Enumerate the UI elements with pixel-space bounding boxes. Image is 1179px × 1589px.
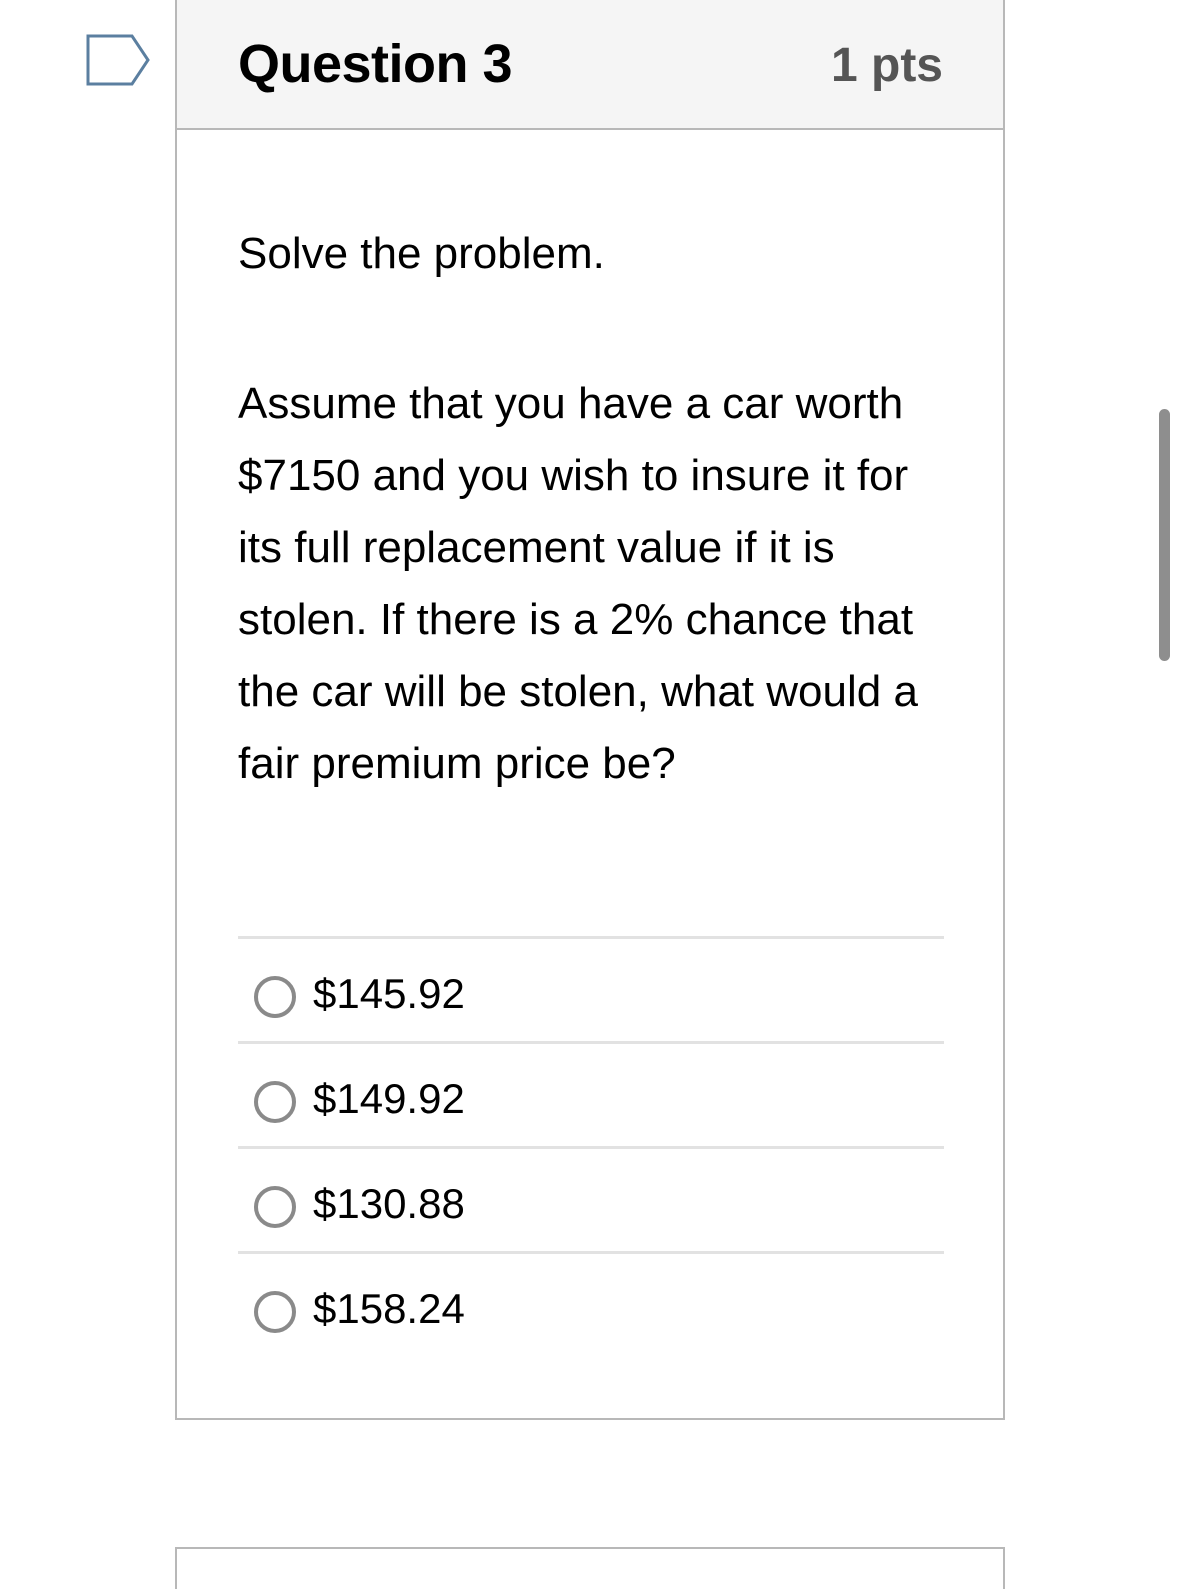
radio-button[interactable] bbox=[254, 976, 296, 1018]
question-points: 1 pts bbox=[830, 39, 943, 92]
question-body: Solve the problem. Assume that you have … bbox=[238, 224, 944, 800]
question-instruction: Solve the problem. bbox=[238, 229, 605, 278]
answer-list: $145.92 $149.92 $130.88 $158.24 bbox=[238, 936, 944, 1356]
answer-option-2[interactable]: $149.92 bbox=[238, 1044, 944, 1149]
question-title: Question 3 bbox=[238, 34, 513, 94]
answer-option-3[interactable]: $130.88 bbox=[238, 1149, 944, 1254]
answer-label: $149.92 bbox=[313, 1075, 465, 1122]
question-card: Question 3 1 pts Solve the problem. Assu… bbox=[175, 0, 1005, 1420]
question-header: Question 3 1 pts bbox=[177, 0, 1003, 130]
scrollbar-thumb[interactable] bbox=[1159, 409, 1170, 661]
answer-label: $130.88 bbox=[313, 1180, 465, 1227]
answer-option-1[interactable]: $145.92 bbox=[238, 939, 944, 1044]
radio-button[interactable] bbox=[254, 1291, 296, 1333]
answer-label: $158.24 bbox=[313, 1285, 465, 1332]
answer-option-4[interactable]: $158.24 bbox=[238, 1254, 944, 1356]
next-question-card bbox=[175, 1547, 1005, 1589]
flag-question-icon[interactable] bbox=[86, 34, 150, 86]
radio-button[interactable] bbox=[254, 1081, 296, 1123]
question-text: Assume that you have a car worth $7150 a… bbox=[238, 379, 918, 788]
answer-label: $145.92 bbox=[313, 970, 465, 1017]
radio-button[interactable] bbox=[254, 1186, 296, 1228]
